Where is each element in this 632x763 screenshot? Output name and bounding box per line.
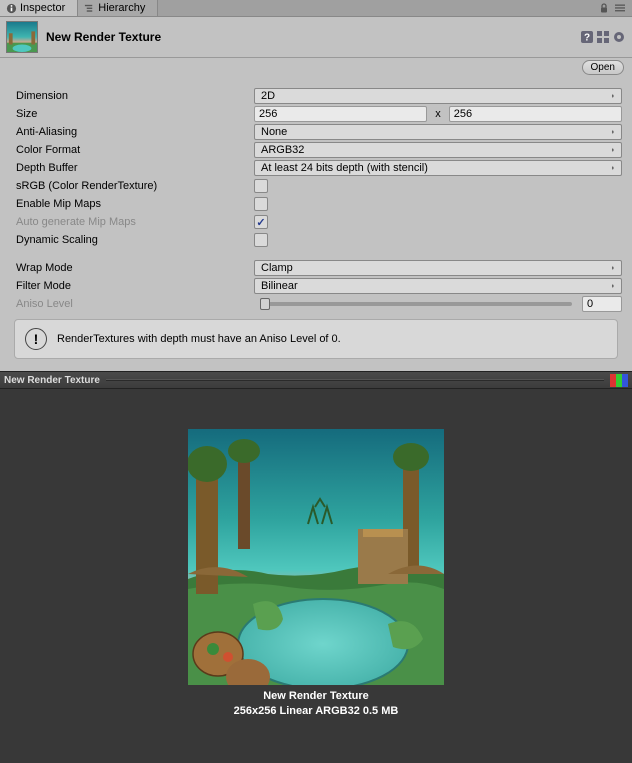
preset-icon[interactable]: [596, 30, 610, 44]
asset-name: New Render Texture: [46, 30, 580, 44]
mipmaps-label: Enable Mip Maps: [10, 198, 254, 210]
preview-footer: New Render Texture 256x256 Linear ARGB32…: [234, 685, 399, 723]
aniso-slider: [260, 302, 572, 306]
filtermode-label: Filter Mode: [10, 280, 254, 292]
dynscale-label: Dynamic Scaling: [10, 234, 254, 246]
tab-label: Hierarchy: [98, 2, 145, 14]
antialiasing-value: None: [261, 126, 287, 138]
preview-viewport[interactable]: New Render Texture 256x256 Linear ARGB32…: [0, 389, 632, 763]
depthbuffer-value: At least 24 bits depth (with stencil): [261, 162, 428, 174]
dimension-value: 2D: [261, 90, 275, 102]
wrapmode-dropdown[interactable]: Clamp: [254, 260, 622, 276]
wrapmode-label: Wrap Mode: [10, 262, 254, 274]
info-box: ! RenderTextures with depth must have an…: [14, 319, 618, 359]
asset-header: New Render Texture ?: [0, 17, 632, 58]
mipmaps-checkbox[interactable]: [254, 197, 268, 211]
inspector-properties: Dimension 2D Size x Anti-Aliasing None C…: [0, 81, 632, 371]
depthbuffer-label: Depth Buffer: [10, 162, 254, 174]
srgb-checkbox[interactable]: [254, 179, 268, 193]
preview-image: [188, 429, 444, 685]
size-label: Size: [10, 108, 254, 120]
tab-hierarchy[interactable]: Hierarchy: [78, 0, 158, 16]
open-row: Open: [0, 58, 632, 81]
automip-label: Auto generate Mip Maps: [10, 216, 254, 228]
tab-bar: Inspector Hierarchy: [0, 0, 632, 17]
dynscale-checkbox[interactable]: [254, 233, 268, 247]
automip-checkbox: [254, 215, 268, 229]
menu-icon[interactable]: [614, 2, 626, 14]
antialiasing-dropdown[interactable]: None: [254, 124, 622, 140]
hierarchy-icon: [84, 3, 95, 14]
filtermode-dropdown[interactable]: Bilinear: [254, 278, 622, 294]
aniso-value-input: [582, 296, 622, 312]
preview-footer-meta: 256x256 Linear ARGB32 0.5 MB: [234, 704, 399, 719]
preview-panel: New Render Texture: [0, 371, 632, 763]
help-icon[interactable]: ?: [580, 30, 594, 44]
filtermode-value: Bilinear: [261, 280, 298, 292]
svg-text:?: ?: [584, 33, 590, 44]
lock-icon[interactable]: [598, 2, 610, 14]
rgb-channels-button[interactable]: [610, 374, 628, 387]
dimension-label: Dimension: [10, 90, 254, 102]
asset-thumbnail[interactable]: [6, 21, 38, 53]
preview-footer-name: New Render Texture: [234, 689, 399, 704]
info-message: RenderTextures with depth must have an A…: [57, 333, 341, 345]
size-height-input[interactable]: [449, 106, 622, 122]
wrapmode-value: Clamp: [261, 262, 293, 274]
info-icon: [6, 3, 17, 14]
tab-label: Inspector: [20, 2, 65, 14]
colorformat-label: Color Format: [10, 144, 254, 156]
gear-icon[interactable]: [612, 30, 626, 44]
tab-inspector[interactable]: Inspector: [0, 0, 78, 16]
warning-icon: !: [25, 328, 47, 350]
preview-header[interactable]: New Render Texture: [0, 372, 632, 389]
size-x-label: x: [431, 108, 445, 120]
preview-title: New Render Texture: [4, 375, 100, 386]
depthbuffer-dropdown[interactable]: At least 24 bits depth (with stencil): [254, 160, 622, 176]
open-button[interactable]: Open: [582, 60, 624, 75]
size-width-input[interactable]: [254, 106, 427, 122]
dimension-dropdown[interactable]: 2D: [254, 88, 622, 104]
colorformat-dropdown[interactable]: ARGB32: [254, 142, 622, 158]
antialiasing-label: Anti-Aliasing: [10, 126, 254, 138]
colorformat-value: ARGB32: [261, 144, 304, 156]
aniso-label: Aniso Level: [10, 298, 254, 310]
srgb-label: sRGB (Color RenderTexture): [10, 180, 254, 192]
